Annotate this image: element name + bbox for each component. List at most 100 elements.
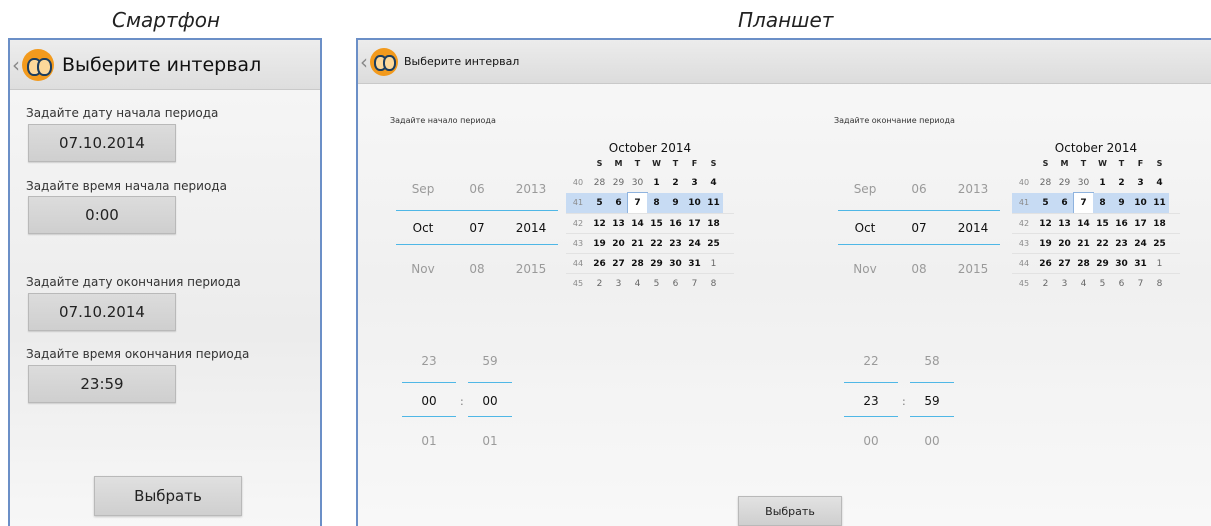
month-next[interactable]: Nov [396,262,450,276]
calendar-day[interactable]: 10 [1131,193,1150,213]
month-prev[interactable]: Sep [396,182,450,196]
day-prev[interactable]: 06 [892,182,946,196]
calendar-day[interactable]: 29 [647,254,666,274]
minute-spinner[interactable]: 59 00 01 [468,346,512,448]
calendar-day[interactable]: 16 [1112,214,1131,234]
calendar-day[interactable]: 1 [1093,173,1112,193]
calendar-day[interactable]: 19 [1036,234,1055,254]
start-date-field[interactable]: 07.10.2014 [28,124,176,162]
calendar-day[interactable]: 6 [1055,193,1074,213]
calendar-day[interactable]: 31 [1131,254,1150,274]
year-next[interactable]: 2015 [946,262,1000,276]
calendar-day[interactable]: 2 [1112,173,1131,193]
month-spinner[interactable]: Sep Oct Nov [396,176,450,276]
back-chevron-icon[interactable]: ‹ [360,50,370,74]
calendar-day[interactable]: 20 [1055,234,1074,254]
start-time-picker[interactable]: 23 00 01 : 59 00 01 [402,346,512,448]
calendar-day[interactable]: 3 [609,274,628,294]
calendar-day[interactable]: 5 [1093,274,1112,294]
hour-next[interactable]: 01 [402,434,456,448]
day-selected[interactable]: 07 [892,221,946,235]
calendar-day[interactable]: 24 [1131,234,1150,254]
year-spinner[interactable]: 2013 2014 2015 [946,176,1000,276]
calendar-day[interactable]: 13 [609,214,628,234]
day-next[interactable]: 08 [892,262,946,276]
minute-next[interactable]: 01 [468,434,512,448]
calendar-day[interactable]: 5 [590,193,609,213]
day-prev[interactable]: 06 [450,182,504,196]
calendar-day[interactable]: 3 [1055,274,1074,294]
start-calendar[interactable]: October 2014 S M T W T F S 40 28 29 30 1… [566,141,734,293]
calendar-day[interactable]: 30 [628,173,647,193]
calendar-day[interactable]: 24 [685,234,704,254]
calendar-day[interactable]: 12 [1036,214,1055,234]
calendar-day[interactable]: 26 [590,254,609,274]
calendar-day[interactable]: 6 [609,193,628,213]
calendar-day[interactable]: 27 [1055,254,1074,274]
calendar-day[interactable]: 1 [647,173,666,193]
day-spinner[interactable]: 06 07 08 [892,176,946,276]
month-next[interactable]: Nov [838,262,892,276]
hour-spinner[interactable]: 23 00 01 [402,346,456,448]
calendar-day[interactable]: 8 [647,193,666,213]
day-next[interactable]: 08 [450,262,504,276]
calendar-day[interactable]: 28 [1036,173,1055,193]
minute-prev[interactable]: 59 [468,354,512,368]
calendar-day[interactable]: 5 [647,274,666,294]
calendar-day[interactable]: 4 [628,274,647,294]
start-date-picker[interactable]: Sep Oct Nov 06 07 08 2013 2014 2015 [396,176,566,276]
day-spinner[interactable]: 06 07 08 [450,176,504,276]
calendar-day[interactable]: 4 [1150,173,1169,193]
calendar-day[interactable]: 21 [628,234,647,254]
calendar-day[interactable]: 22 [647,234,666,254]
minute-prev[interactable]: 58 [910,354,954,368]
calendar-day[interactable]: 18 [1150,214,1169,234]
calendar-day[interactable]: 3 [1131,173,1150,193]
year-prev[interactable]: 2013 [504,182,558,196]
calendar-day[interactable]: 11 [704,193,723,213]
year-selected[interactable]: 2014 [504,221,558,235]
calendar-day[interactable]: 10 [685,193,704,213]
calendar-day[interactable]: 23 [1112,234,1131,254]
hour-prev[interactable]: 22 [844,354,898,368]
calendar-day[interactable]: 14 [1074,214,1093,234]
calendar-day[interactable]: 8 [1093,193,1112,213]
calendar-day[interactable]: 2 [666,173,685,193]
calendar-day[interactable]: 25 [704,234,723,254]
calendar-day[interactable]: 30 [1074,173,1093,193]
minute-selected[interactable]: 59 [910,394,954,408]
month-selected[interactable]: Oct [396,221,450,235]
end-time-field[interactable]: 23:59 [28,365,176,403]
calendar-day[interactable]: 5 [1036,193,1055,213]
month-prev[interactable]: Sep [838,182,892,196]
calendar-day[interactable]: 19 [590,234,609,254]
calendar-day[interactable]: 6 [1112,274,1131,294]
calendar-day[interactable]: 9 [666,193,685,213]
calendar-day-selected[interactable]: 7 [627,192,648,214]
month-selected[interactable]: Oct [838,221,892,235]
hour-spinner[interactable]: 22 23 00 [844,346,898,448]
tablet-select-button[interactable]: Выбрать [738,496,842,526]
calendar-day[interactable]: 7 [1131,274,1150,294]
calendar-day[interactable]: 21 [1074,234,1093,254]
calendar-day[interactable]: 2 [1036,274,1055,294]
end-calendar[interactable]: October 2014 S M T W T F S 40 28 29 30 1… [1012,141,1180,293]
year-prev[interactable]: 2013 [946,182,1000,196]
calendar-day[interactable]: 8 [704,274,723,294]
calendar-day[interactable]: 4 [1074,274,1093,294]
month-spinner[interactable]: Sep Oct Nov [838,176,892,276]
calendar-day[interactable]: 13 [1055,214,1074,234]
end-date-field[interactable]: 07.10.2014 [28,293,176,331]
calendar-day[interactable]: 2 [590,274,609,294]
calendar-day[interactable]: 6 [666,274,685,294]
calendar-day[interactable]: 29 [609,173,628,193]
calendar-day[interactable]: 30 [1112,254,1131,274]
calendar-day-selected[interactable]: 7 [1073,192,1094,214]
calendar-day[interactable]: 7 [685,274,704,294]
calendar-day[interactable]: 23 [666,234,685,254]
end-date-picker[interactable]: Sep Oct Nov 06 07 08 2013 2014 2015 [838,176,1008,276]
start-time-field[interactable]: 0:00 [28,196,176,234]
hour-selected[interactable]: 00 [402,394,456,408]
minute-selected[interactable]: 00 [468,394,512,408]
calendar-day[interactable]: 17 [685,214,704,234]
